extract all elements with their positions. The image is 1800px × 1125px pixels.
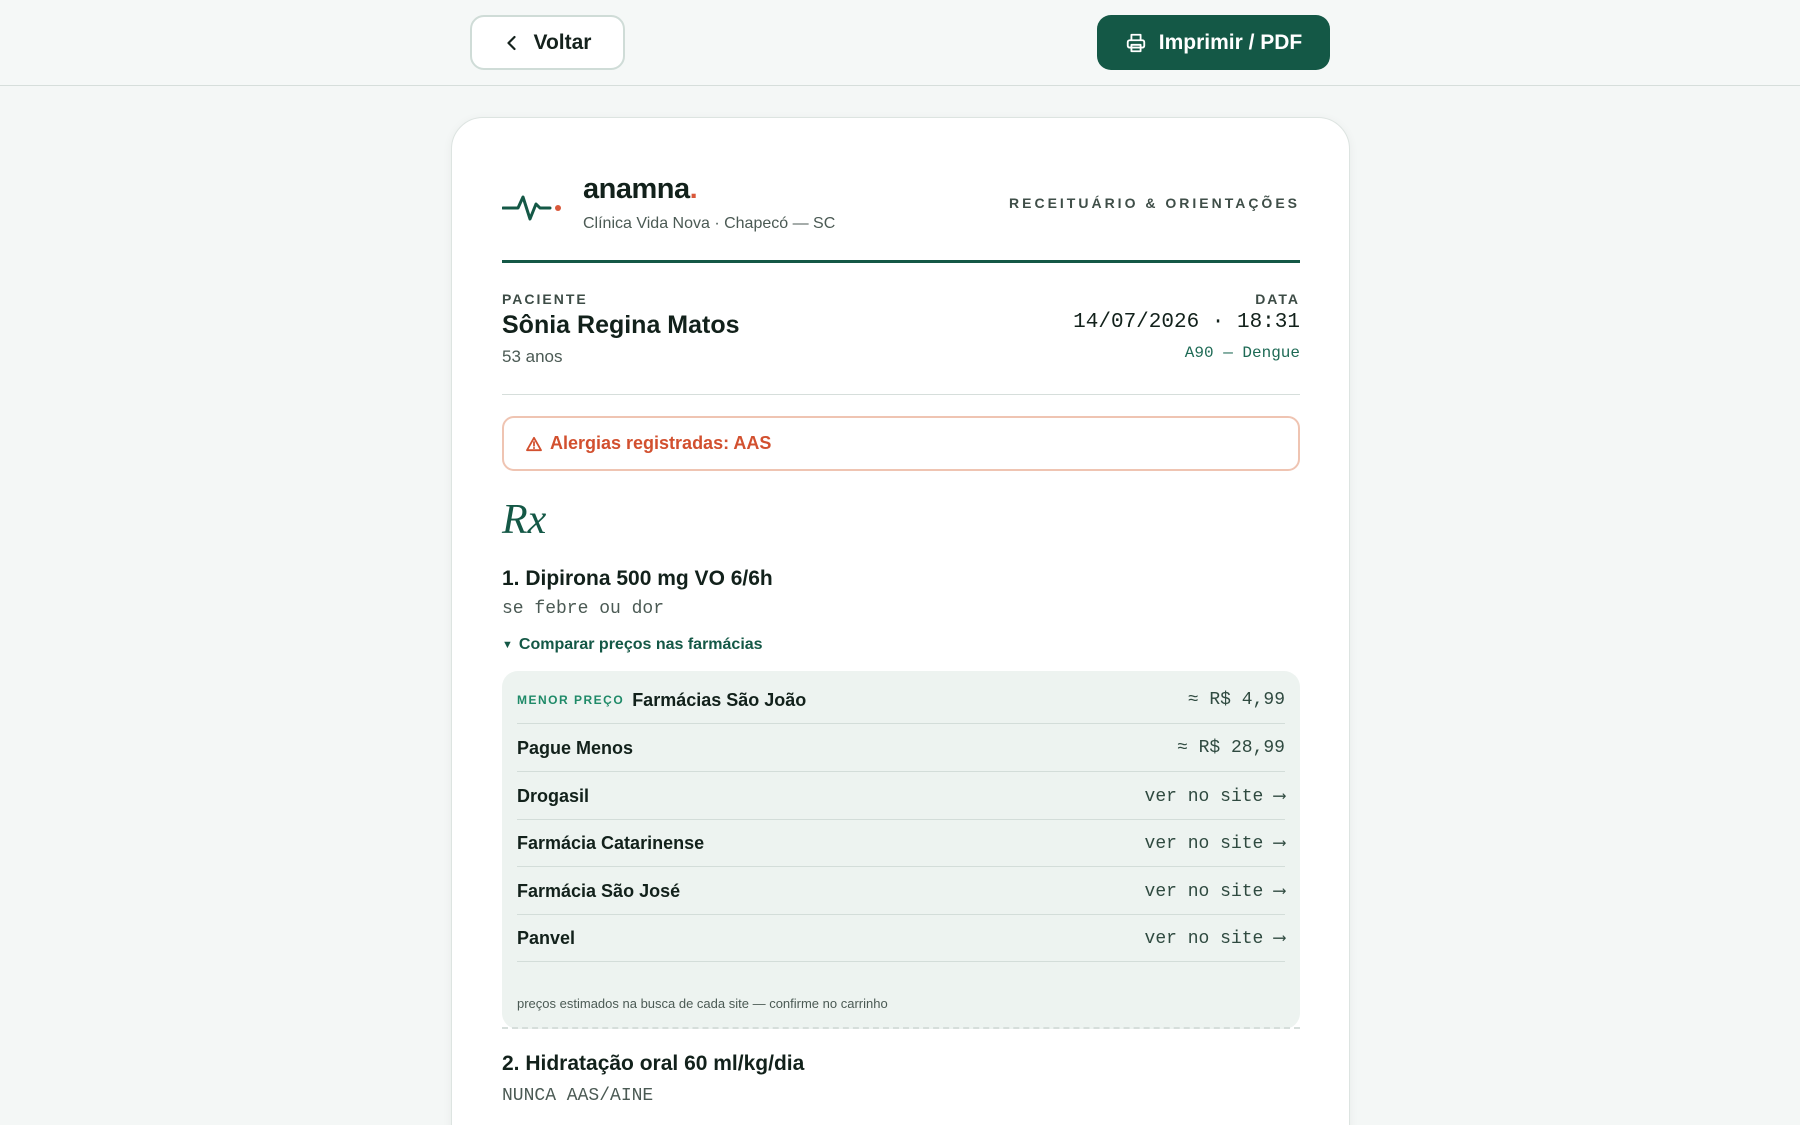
prices-disclaimer: preços estimados na busca de cada site —… <box>517 996 888 1011</box>
pharmacy-row[interactable]: MENOR PREÇO Farmácias São João ≈ R$ 4,99 <box>517 677 1285 724</box>
compare-prices-toggle[interactable]: ▼ Comparar preços nas farmácias <box>502 636 763 654</box>
prescription-sheet: anamna. Clínica Vida Nova · Chapecó — SC… <box>451 117 1350 1125</box>
view-on-site-link[interactable]: ver no site ⟶ <box>1145 880 1285 902</box>
allergy-alert: Alergias registradas: AAS <box>502 416 1300 471</box>
rx-symbol: Rx <box>502 497 547 543</box>
date-label: DATA <box>1255 291 1300 307</box>
pharmacy-name: Pague Menos <box>517 737 634 758</box>
pharmacy-name: Farmácias São João <box>632 689 807 710</box>
clinic-name: Clínica Vida Nova · Chapecó — SC <box>583 215 836 232</box>
heartbeat-logo-icon <box>502 195 561 221</box>
letterhead: anamna. Clínica Vida Nova · Chapecó — SC… <box>502 173 1300 233</box>
top-toolbar: Voltar Imprimir / PDF <box>0 0 1800 86</box>
pharmacy-price-list: MENOR PREÇO Farmácias São João ≈ R$ 4,99 … <box>502 671 1300 1029</box>
pharmacy-row[interactable]: Panvel ver no site ⟶ <box>517 915 1285 962</box>
back-button[interactable]: Voltar <box>470 15 625 70</box>
back-button-label: Voltar <box>533 30 592 54</box>
patient-divider <box>502 394 1300 395</box>
prescription-title: 1. Dipirona 500 mg VO 6/6h <box>502 567 773 590</box>
pharmacy-price: ≈ R$ 28,99 <box>1176 738 1285 758</box>
brand-name: anamna. <box>583 173 698 205</box>
print-button-label: Imprimir / PDF <box>1158 30 1303 54</box>
prescription-divider <box>502 1027 1300 1029</box>
pharmacy-row[interactable]: Drogasil ver no site ⟶ <box>517 773 1285 820</box>
pharmacy-name: Farmácia São José <box>517 880 681 901</box>
view-on-site-link[interactable]: ver no site ⟶ <box>1145 785 1285 807</box>
chevron-left-icon <box>506 35 516 50</box>
pharmacy-row[interactable]: Farmácia Catarinense ver no site ⟶ <box>517 820 1285 867</box>
prescription-title: 2. Hidratação oral 60 ml/kg/dia <box>502 1052 805 1075</box>
pharmacy-name: Farmácia Catarinense <box>517 832 705 853</box>
brand-dot: . <box>689 173 698 205</box>
print-pdf-button[interactable]: Imprimir / PDF <box>1097 15 1330 70</box>
patient-age: 53 anos <box>502 347 563 366</box>
pharmacy-name: Drogasil <box>517 785 590 806</box>
allergy-text: Alergias registradas: AAS <box>550 433 772 453</box>
view-on-site-link[interactable]: ver no site ⟶ <box>1145 927 1285 949</box>
document-type: RECEITUÁRIO & ORIENTAÇÕES <box>1009 195 1300 211</box>
caret-down-icon: ▼ <box>502 639 513 651</box>
view-on-site-link[interactable]: ver no site ⟶ <box>1145 832 1285 854</box>
diagnosis: A90 — Dengue <box>1184 344 1300 362</box>
prescription-note: se febre ou dor <box>502 599 665 619</box>
patient-name: Sônia Regina Matos <box>502 311 740 339</box>
patient-label: PACIENTE <box>502 291 588 307</box>
pharmacy-row[interactable]: Farmácia São José ver no site ⟶ <box>517 868 1285 915</box>
compare-prices-label: Comparar preços nas farmácias <box>518 636 763 653</box>
pharmacy-row[interactable]: Pague Menos ≈ R$ 28,99 <box>517 725 1285 772</box>
header-divider <box>502 260 1300 263</box>
prescription-note: NUNCA AAS/AINE <box>502 1086 654 1106</box>
printer-icon <box>1126 33 1145 52</box>
lowest-price-badge: MENOR PREÇO <box>517 693 625 707</box>
pharmacy-price: ≈ R$ 4,99 <box>1187 690 1285 710</box>
warning-icon <box>526 436 542 451</box>
pharmacy-name: Panvel <box>517 927 576 948</box>
date-value: 14/07/2026 · 18:31 <box>1073 311 1300 334</box>
